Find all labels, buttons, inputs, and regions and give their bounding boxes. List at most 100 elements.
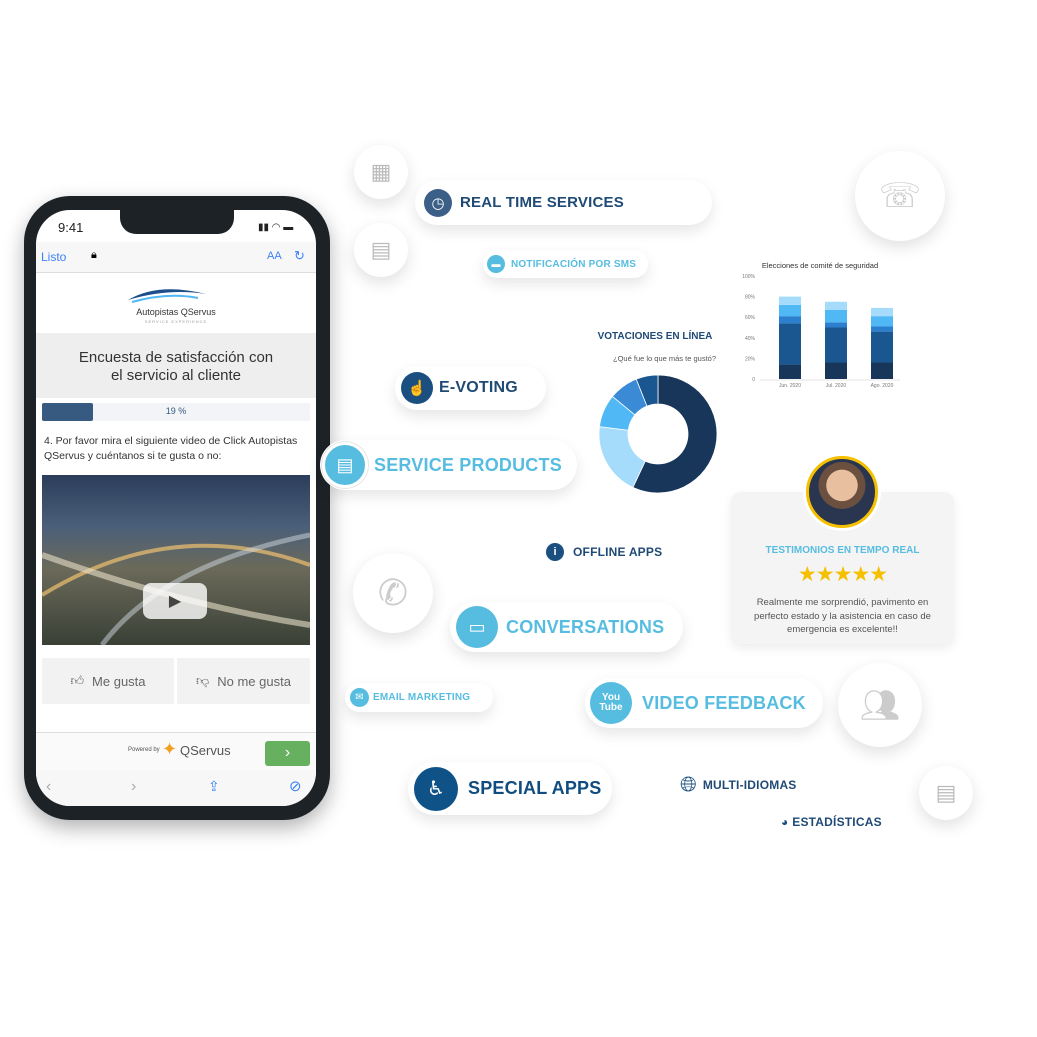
special-apps-label: SPECIAL APPS [468, 778, 602, 798]
compass-icon[interactable]: ⊘ [289, 777, 302, 795]
qservus-logo-icon: ✦ [162, 739, 178, 759]
y-tick-label: 60% [745, 315, 756, 321]
donut-title: VOTACIONES EN LÍNEA [597, 331, 713, 342]
survey-title-line2: el servicio al cliente [110, 367, 242, 384]
e-voting-label: E-VOTING [439, 379, 518, 396]
x-tick-label: Jun. 2020 [779, 383, 801, 389]
status-time: 9:41 [58, 220, 84, 235]
bar-segment [779, 296, 801, 305]
bar-segment [871, 326, 893, 332]
globe-icon: 🌐︎ [680, 773, 697, 796]
support-agent-icon: ☏ [855, 151, 945, 241]
bar-segment [779, 316, 801, 324]
done-button[interactable]: Listo [41, 250, 66, 264]
document-icon: ▤ [919, 766, 973, 820]
logo-name: Autopistas QServus [136, 307, 216, 317]
envelope-icon: ✉ [350, 688, 369, 707]
e-voting-pill: ☝ E-VOTING [395, 366, 546, 410]
mobile-form-icon: ▤ [354, 223, 408, 277]
avatar [806, 456, 878, 528]
offline-apps-item: i OFFLINE APPS [546, 543, 662, 561]
forward-icon[interactable]: › [131, 778, 136, 796]
back-icon[interactable]: ‹ [46, 778, 51, 796]
sms-pill: ▬ NOTIFICACIÓN POR SMS [483, 250, 648, 278]
bar-segment [825, 301, 847, 310]
bar-segment [779, 364, 801, 379]
real-time-services-label: REAL TIME SERVICES [460, 194, 624, 211]
notch [120, 210, 234, 234]
x-tick-label: Jul. 2020 [826, 383, 847, 389]
video-player[interactable]: ▶ [40, 475, 311, 647]
estadisticas-item: ◕ ESTADÍSTICAS [781, 815, 882, 829]
service-products-pill: ▤ SERVICE PRODUCTS [320, 440, 577, 490]
video-feedback-label: VIDEO FEEDBACK [642, 692, 806, 713]
bar-segment [871, 362, 893, 379]
pie-chart-icon: ◕ [781, 815, 789, 829]
conversations-label: CONVERSATIONS [506, 616, 665, 637]
highway-image [40, 532, 311, 647]
like-button[interactable]: 👍︎ Me gusta [42, 658, 174, 704]
video-feedback-pill: You Tube VIDEO FEEDBACK [585, 678, 823, 728]
donut-subtitle: ¿Qué fue lo que más te gustó? [613, 354, 716, 363]
dislike-button[interactable]: 👎︎ No me gusta [177, 658, 310, 704]
qr-code-icon: ▦ [354, 145, 408, 199]
survey-footer: Powered by ✦ QServus › [36, 732, 316, 770]
bar-chart: 0 20% 40% 60% 80% 100% Jun. 2020 Jul. 2020 Ago. … [742, 274, 900, 389]
logo-tagline: SERVICE EXPERIENCE [144, 319, 208, 324]
y-tick-label: 40% [745, 336, 756, 342]
text-size-button[interactable]: AA [267, 250, 282, 262]
bar-segment [779, 304, 801, 317]
phone-screen: 9:41 ▮▮ ◠ ▬ Listo 🔒︎ AA ↻ Autopistas QSe… [36, 210, 316, 806]
touch-icon: ☝ [401, 372, 433, 404]
bar-segment [871, 316, 893, 327]
real-time-services-pill: ◷ REAL TIME SERVICES [415, 180, 712, 225]
message-icon: ▭ [456, 606, 498, 648]
bar-segment [825, 327, 847, 363]
status-icons: ▮▮ ◠ ▬ [258, 222, 294, 233]
special-apps-pill: ♿︎ SPECIAL APPS [408, 762, 612, 815]
progress-bar: 19 % [42, 403, 310, 421]
phone-mockup: 9:41 ▮▮ ◠ ▬ Listo 🔒︎ AA ↻ Autopistas QSe… [24, 196, 330, 820]
thumbs-down-icon: 👎︎ [196, 673, 210, 688]
offline-apps-label: OFFLINE APPS [573, 545, 663, 559]
reload-icon[interactable]: ↻ [294, 248, 305, 264]
bar-segment [825, 322, 847, 328]
powered-by: Powered by [128, 747, 160, 753]
sms-label: NOTIFICACIÓN POR SMS [511, 258, 637, 270]
multi-idiomas-label: MULTI-IDIOMAS [702, 778, 797, 792]
info-icon: i [546, 543, 564, 561]
next-button[interactable]: › [265, 741, 310, 766]
y-tick-label: 100% [742, 274, 755, 280]
y-tick-label: 20% [745, 356, 756, 362]
bar-segment [871, 331, 893, 363]
y-tick-label: 80% [745, 295, 756, 301]
survey-title-line1: Encuesta de satisfacción con [78, 349, 274, 366]
dislike-label: No me gusta [217, 673, 291, 689]
question-text: 4. Por favor mira el siguiente video de … [44, 435, 298, 462]
brand-name: QServus [180, 743, 231, 758]
people-icon: 👥︎ [838, 663, 922, 747]
progress-label: 19 % [165, 406, 187, 416]
donut-chart [598, 374, 718, 494]
wheelchair-icon: ♿︎ [414, 766, 458, 811]
play-button[interactable]: ▶ [143, 583, 207, 619]
share-icon[interactable]: ⇪ [208, 778, 220, 795]
star-rating: ★★★★★ [797, 563, 888, 586]
form-icon: ▤ [322, 442, 368, 488]
multi-idiomas-item: 🌐︎ MULTI-IDIOMAS [680, 773, 797, 797]
bar-segment [779, 323, 801, 365]
survey-title: Encuesta de satisfacción con el servicio… [36, 333, 316, 398]
conversations-pill: ▭ CONVERSATIONS [450, 602, 683, 652]
service-products-label: SERVICE PRODUCTS [374, 454, 562, 475]
testimonial-title: TESTIMONIOS EN TEMPO REAL [765, 545, 920, 556]
y-tick-label: 0 [752, 377, 755, 383]
lock-icon: 🔒︎ [91, 249, 97, 261]
bar-segment [825, 362, 847, 379]
whatsapp-icon: ✆ [353, 553, 433, 633]
x-tick-label: Ago. 2020 [871, 383, 894, 389]
logo-swoosh-icon [128, 289, 206, 303]
estadisticas-label: ESTADÍSTICAS [792, 815, 882, 829]
youtube-icon: You Tube [590, 682, 632, 724]
email-marketing-label: EMAIL MARKETING [373, 692, 471, 703]
bar-segment [825, 309, 847, 323]
